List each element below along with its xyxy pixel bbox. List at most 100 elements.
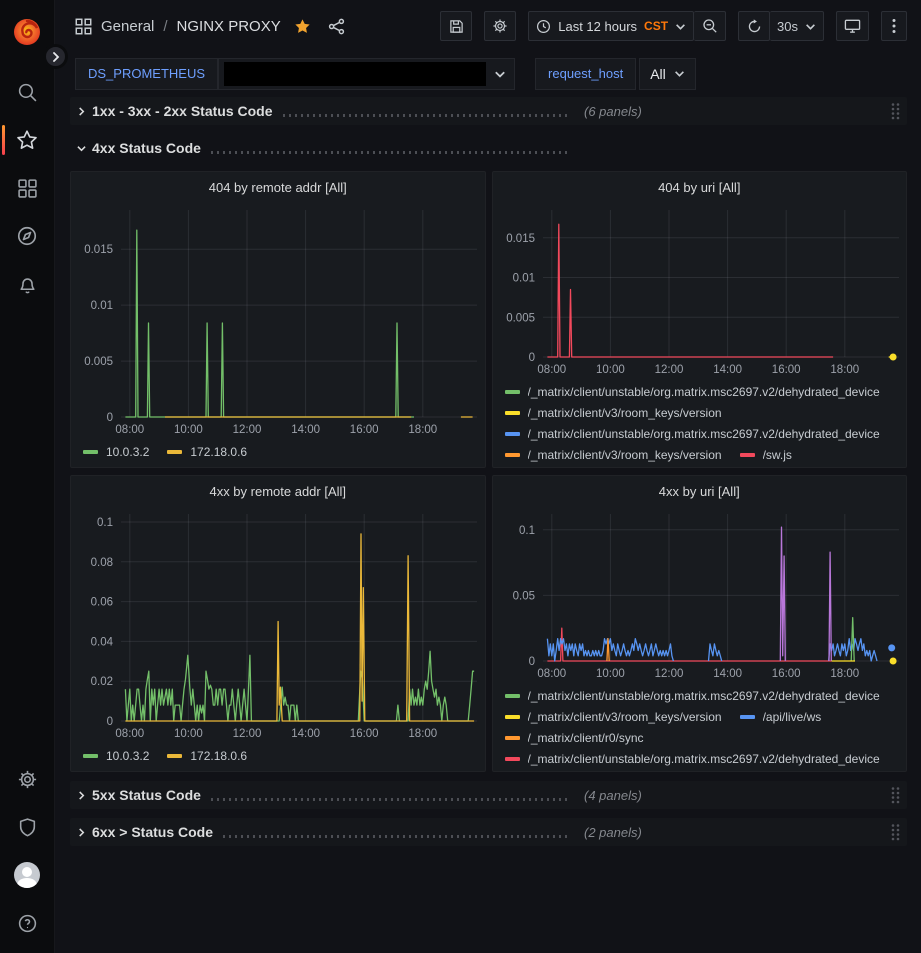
svg-text:0.01: 0.01 bbox=[91, 300, 113, 312]
request-host-variable-label[interactable]: request_host bbox=[535, 58, 636, 90]
gear-icon bbox=[17, 769, 38, 790]
timeseries-chart[interactable]: 00.0050.010.01508:0010:0012:0014:0016:00… bbox=[71, 202, 485, 439]
row-1xx-3xx-2xx[interactable]: 1xx - 3xx - 2xx Status Code (6 panels) bbox=[70, 97, 907, 125]
row-5xx[interactable]: 5xx Status Code (4 panels) bbox=[70, 781, 907, 809]
legend-label: /_matrix/client/v3/room_keys/version bbox=[528, 406, 722, 420]
grafana-app: General / NGINX PROXY bbox=[0, 0, 921, 953]
row-panel-count: (6 panels) bbox=[584, 104, 642, 119]
row-4xx[interactable]: 4xx Status Code bbox=[70, 134, 907, 162]
svg-text:14:00: 14:00 bbox=[291, 728, 320, 740]
share-button[interactable] bbox=[324, 14, 349, 39]
save-dashboard-button[interactable] bbox=[440, 11, 472, 41]
legend-item[interactable]: 172.18.0.6 bbox=[167, 745, 247, 766]
svg-text:10:00: 10:00 bbox=[596, 668, 625, 680]
svg-text:0: 0 bbox=[528, 656, 534, 668]
sidebar-item-starred[interactable] bbox=[0, 116, 55, 164]
refresh-icon bbox=[747, 19, 762, 34]
svg-text:10:00: 10:00 bbox=[174, 424, 203, 436]
row-6xx[interactable]: 6xx > Status Code (2 panels) bbox=[70, 818, 907, 846]
sidebar-item-dashboards[interactable] bbox=[0, 164, 55, 212]
panel-header[interactable]: 404 by uri [All] bbox=[493, 172, 907, 202]
dashboard-settings-button[interactable] bbox=[484, 11, 516, 41]
svg-text:0.06: 0.06 bbox=[91, 597, 113, 609]
panel-title: 404 by remote addr [All] bbox=[209, 180, 347, 195]
legend-item[interactable]: 10.0.3.2 bbox=[83, 441, 149, 462]
sidebar-item-search[interactable] bbox=[0, 68, 55, 116]
row-panel-count: (4 panels) bbox=[584, 788, 642, 803]
drag-handle-icon bbox=[890, 823, 901, 842]
dashboard-title[interactable]: NGINX PROXY bbox=[177, 18, 281, 35]
legend-swatch bbox=[505, 432, 520, 436]
svg-text:0.1: 0.1 bbox=[519, 525, 535, 537]
svg-text:0.015: 0.015 bbox=[84, 244, 113, 256]
refresh-interval-picker[interactable]: 30s bbox=[770, 11, 824, 41]
share-icon bbox=[328, 18, 345, 35]
breadcrumb: General / NGINX PROXY bbox=[75, 14, 349, 39]
panel-header[interactable]: 404 by remote addr [All] bbox=[71, 172, 485, 202]
svg-text:14:00: 14:00 bbox=[713, 364, 742, 376]
legend-item[interactable]: /_matrix/client/unstable/org.matrix.msc2… bbox=[505, 381, 880, 402]
chevron-right-icon bbox=[77, 107, 86, 116]
svg-text:12:00: 12:00 bbox=[233, 728, 262, 740]
svg-text:0: 0 bbox=[107, 412, 113, 424]
cycle-view-mode-button[interactable] bbox=[836, 11, 869, 41]
legend-item[interactable]: /_matrix/client/v3/room_keys/version bbox=[505, 444, 722, 465]
sidebar-item-alerting[interactable] bbox=[0, 260, 55, 308]
sidebar-item-help[interactable] bbox=[0, 899, 55, 947]
legend-label: /_matrix/client/unstable/org.matrix.msc2… bbox=[528, 752, 880, 766]
variables-bar: DS_PROMETHEUS request_host All bbox=[55, 52, 921, 95]
apps-icon bbox=[75, 18, 92, 35]
sidebar-item-configuration[interactable] bbox=[0, 755, 55, 803]
svg-text:08:00: 08:00 bbox=[537, 668, 566, 680]
chevron-right-icon bbox=[51, 52, 61, 62]
panel-header[interactable]: 4xx by remote addr [All] bbox=[71, 476, 485, 506]
panel-header[interactable]: 4xx by uri [All] bbox=[493, 476, 907, 506]
breadcrumb-section[interactable]: General bbox=[101, 18, 154, 35]
refresh-controls: 30s bbox=[738, 11, 824, 41]
request-host-select[interactable]: All bbox=[639, 58, 696, 90]
legend-item[interactable]: /_matrix/client/unstable/org.matrix.msc2… bbox=[505, 685, 880, 706]
legend-item[interactable]: /sw.js bbox=[740, 444, 792, 465]
panel-404-by-remote-addr: 404 by remote addr [All] 00.0050.010.015… bbox=[70, 171, 486, 468]
time-range-picker[interactable]: Last 12 hours CST bbox=[528, 11, 694, 41]
datasource-variable-label[interactable]: DS_PROMETHEUS bbox=[75, 58, 218, 90]
legend-item[interactable]: /_matrix/client/v3/room_keys/version bbox=[505, 706, 722, 727]
timeseries-chart[interactable]: 00.020.040.060.080.108:0010:0012:0014:00… bbox=[71, 506, 485, 743]
legend-item[interactable]: 172.18.0.6 bbox=[167, 441, 247, 462]
datasource-select[interactable] bbox=[218, 58, 515, 90]
sidebar-item-explore[interactable] bbox=[0, 212, 55, 260]
panel-legend: /_matrix/client/unstable/org.matrix.msc2… bbox=[493, 379, 907, 467]
svg-text:18:00: 18:00 bbox=[408, 728, 437, 740]
sidebar-item-profile[interactable] bbox=[0, 851, 55, 899]
row-drag-handle[interactable] bbox=[890, 823, 901, 842]
top-nav: General / NGINX PROXY bbox=[55, 0, 921, 52]
timeseries-chart[interactable]: 00.050.108:0010:0012:0014:0016:0018:00 bbox=[493, 506, 907, 683]
legend-label: /_matrix/client/v3/room_keys/version bbox=[528, 710, 722, 724]
favorite-star-button[interactable] bbox=[290, 14, 315, 39]
legend-item[interactable]: 10.0.3.2 bbox=[83, 745, 149, 766]
legend-swatch bbox=[505, 390, 520, 394]
timeseries-chart[interactable]: 00.0050.010.01508:0010:0012:0014:0016:00… bbox=[493, 202, 907, 379]
chevron-down-icon bbox=[674, 68, 685, 79]
time-controls: Last 12 hours CST bbox=[528, 11, 726, 41]
svg-text:0: 0 bbox=[107, 716, 113, 728]
clock-icon bbox=[536, 19, 551, 34]
refresh-button[interactable] bbox=[738, 11, 770, 41]
legend-item[interactable]: /_matrix/client/r0/sync bbox=[505, 727, 644, 748]
row-drag-handle[interactable] bbox=[890, 786, 901, 805]
zoom-out-time-button[interactable] bbox=[694, 11, 726, 41]
kebab-menu-button[interactable] bbox=[881, 11, 907, 41]
svg-text:12:00: 12:00 bbox=[654, 364, 683, 376]
dashboards-icon bbox=[17, 178, 38, 199]
legend-swatch bbox=[740, 453, 755, 457]
sidebar-expand-button[interactable] bbox=[43, 44, 68, 69]
legend-item[interactable]: /_matrix/client/unstable/org.matrix.msc2… bbox=[505, 748, 880, 769]
row-drag-handle[interactable] bbox=[890, 102, 901, 121]
legend-label: /_matrix/client/r0/sync bbox=[528, 731, 644, 745]
panel-legend: /_matrix/client/unstable/org.matrix.msc2… bbox=[493, 683, 907, 771]
legend-item[interactable]: /api/live/ws bbox=[740, 706, 822, 727]
legend-item[interactable]: /_matrix/client/unstable/org.matrix.msc2… bbox=[505, 423, 880, 444]
legend-label: 10.0.3.2 bbox=[106, 749, 149, 763]
legend-item[interactable]: /_matrix/client/v3/room_keys/version bbox=[505, 402, 722, 423]
sidebar-item-server-admin[interactable] bbox=[0, 803, 55, 851]
